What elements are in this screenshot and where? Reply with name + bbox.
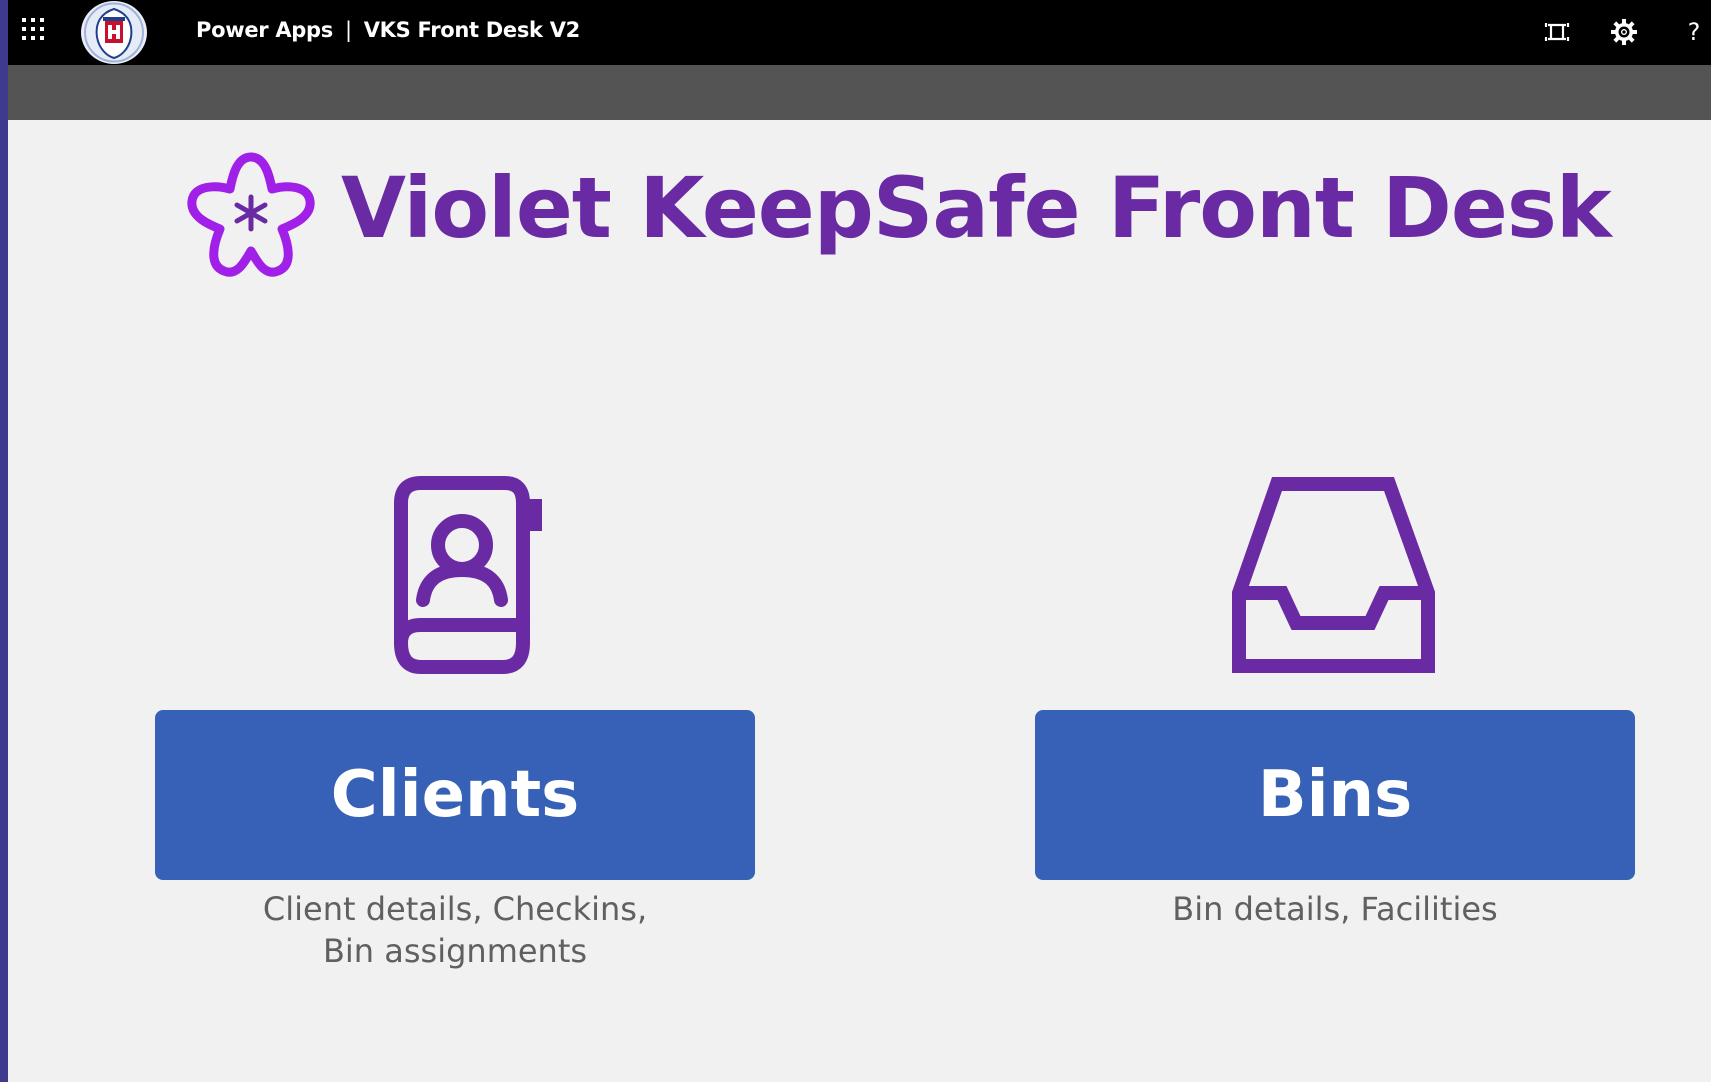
bins-caption: Bin details, Facilities [1035, 888, 1635, 930]
help-icon[interactable]: ? [1680, 18, 1708, 46]
app-launcher-icon[interactable] [22, 18, 48, 44]
app-window: Power Apps | VKS Front Desk V2 ? Violet … [8, 0, 1711, 1082]
bins-caption-line: Bin details, Facilities [1172, 890, 1498, 928]
command-bar [8, 65, 1711, 120]
power-apps-header: Power Apps | VKS Front Desk V2 ? [8, 0, 1711, 65]
clients-caption: Client details, Checkins, Bin assignment… [155, 888, 755, 972]
fit-to-window-icon[interactable] [1543, 18, 1571, 46]
clients-caption-line: Client details, Checkins, [262, 890, 648, 928]
product-name: Power Apps [196, 18, 333, 42]
app-title: Power Apps | VKS Front Desk V2 [196, 18, 580, 42]
page-title: Violet KeepSafe Front Desk [341, 159, 1612, 257]
title-separator: | [344, 18, 352, 42]
organization-logo[interactable] [81, 1, 147, 64]
settings-gear-icon[interactable] [1610, 18, 1638, 46]
clients-caption-line: Bin assignments [322, 932, 588, 970]
flower-logo-icon [187, 152, 315, 277]
app-name: VKS Front Desk V2 [363, 18, 581, 42]
bins-button[interactable]: Bins [1035, 710, 1635, 880]
inbox-tray-icon [1232, 477, 1435, 673]
contact-book-icon [394, 476, 542, 674]
clients-button[interactable]: Clients [155, 710, 755, 880]
